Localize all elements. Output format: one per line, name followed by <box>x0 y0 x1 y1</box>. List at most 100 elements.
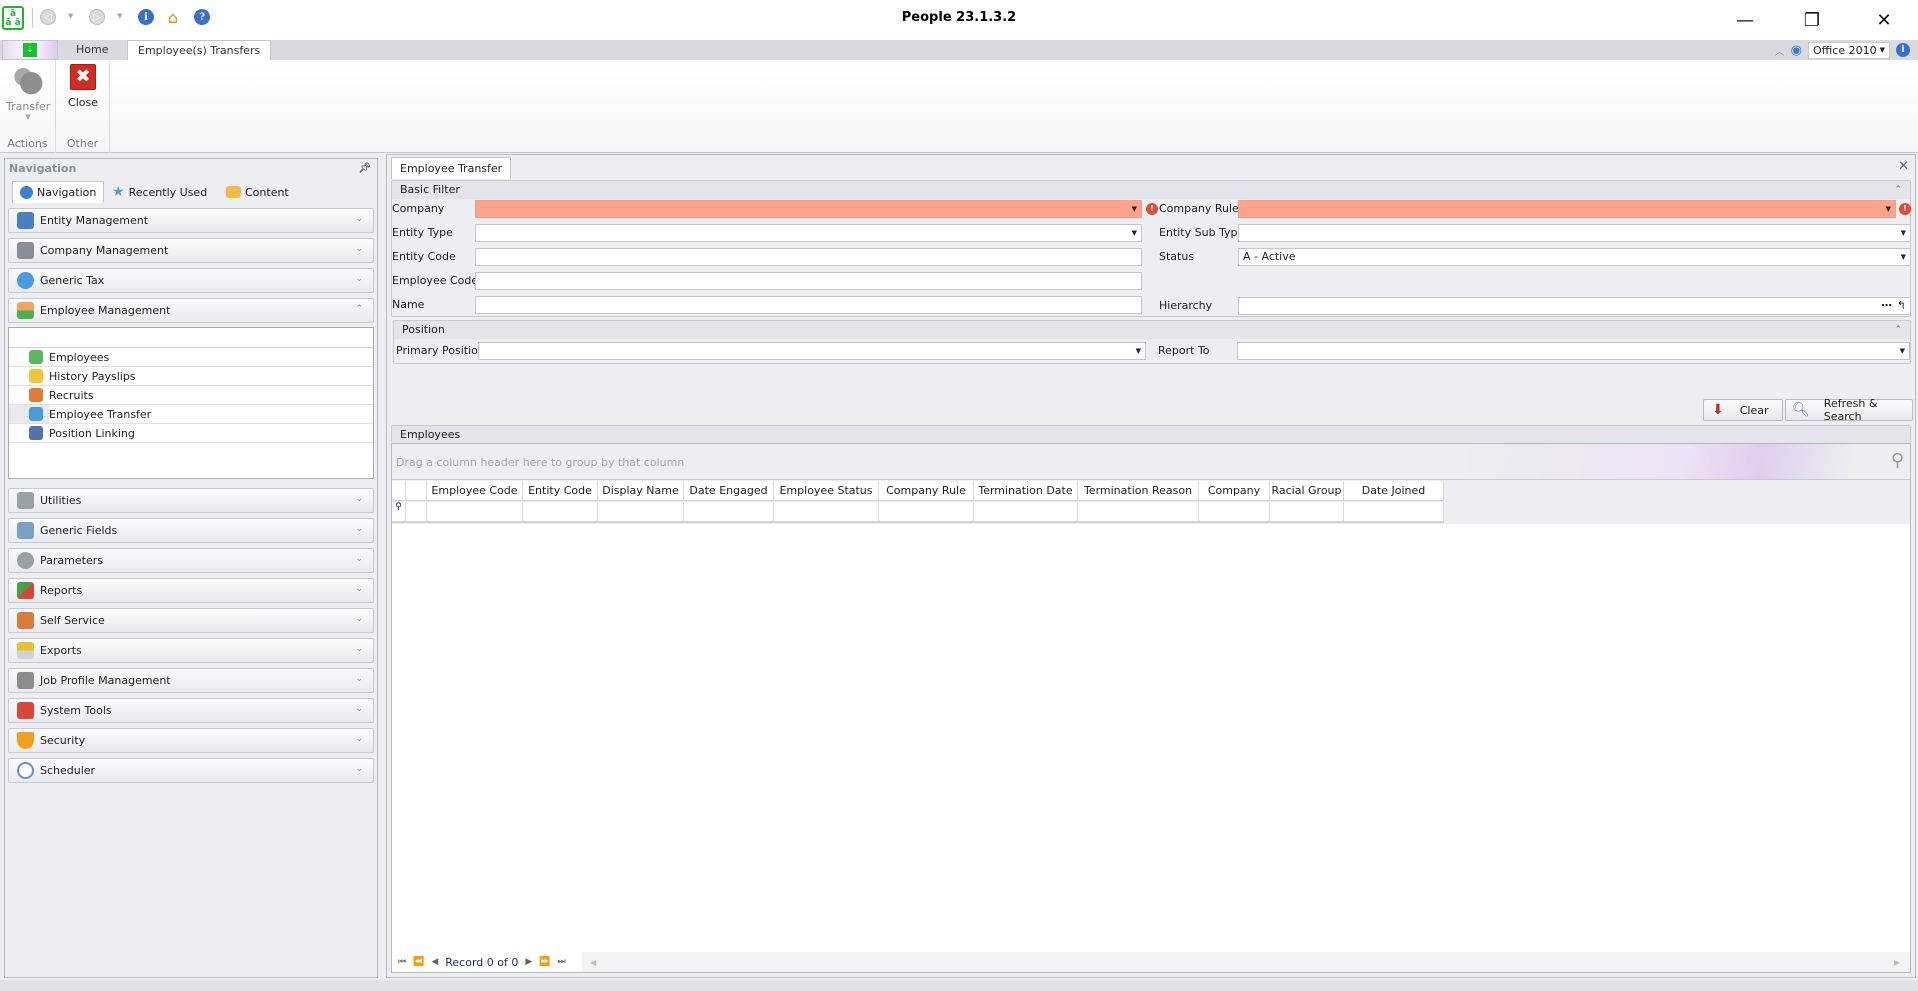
group-system-tools[interactable]: System Tools ⌄ <box>8 698 374 723</box>
group-utilities[interactable]: Utilities ⌄ <box>8 488 374 513</box>
refresh-search-button[interactable]: 🔍︎ Refresh & Search <box>1785 397 1913 423</box>
first-record-icon[interactable]: ⏮ <box>398 957 406 967</box>
group-employee-management[interactable]: Employee Management ⌃ <box>8 298 374 323</box>
filter-cell[interactable] <box>406 502 427 521</box>
application-menu-button[interactable]: ⇣ <box>2 40 58 60</box>
scroll-right-icon[interactable]: ▶ <box>1894 958 1900 967</box>
filter-cell[interactable] <box>974 502 1078 521</box>
entity-type-dropdown[interactable]: ▼ <box>475 224 1142 242</box>
chevron-down-icon: ▼ <box>1131 229 1137 237</box>
chevron-up-icon[interactable]: ⌃ <box>1894 181 1902 199</box>
close-button[interactable]: ✖ Close <box>64 64 102 109</box>
col-termination-date[interactable]: Termination Date <box>974 481 1078 501</box>
previous-page-icon[interactable]: ⏪ <box>413 957 424 967</box>
tab-employee-transfers[interactable]: Employee(s) Transfers <box>127 40 272 61</box>
select-header[interactable] <box>406 481 427 501</box>
previous-record-icon[interactable]: ◀ <box>431 957 438 967</box>
nav-item-history-payslips[interactable]: History Payslips <box>9 367 373 386</box>
compass-icon[interactable]: ◉ <box>1791 43 1802 58</box>
pin-icon[interactable]: 📌︎ <box>358 159 371 179</box>
col-entity-code[interactable]: Entity Code <box>523 481 598 501</box>
name-input[interactable] <box>475 296 1142 314</box>
col-employee-code[interactable]: Employee Code <box>427 481 523 501</box>
close-document-icon[interactable]: ✕ <box>1898 159 1909 174</box>
col-company-rule[interactable]: Company Rule <box>879 481 974 501</box>
hierarchy-picker[interactable]: ⋯ ↰ <box>1238 297 1911 315</box>
group-security[interactable]: Security ⌄ <box>8 728 374 753</box>
col-employee-status[interactable]: Employee Status <box>774 481 879 501</box>
col-termination-reason[interactable]: Termination Reason <box>1078 481 1199 501</box>
company-rule-dropdown[interactable]: ▼ <box>1238 200 1896 218</box>
status-dropdown[interactable]: A - Active ▼ <box>1238 248 1911 266</box>
pie-chart-icon <box>17 272 34 289</box>
employee-code-input[interactable] <box>475 272 1142 290</box>
entity-code-input[interactable] <box>475 248 1142 266</box>
auto-filter-row[interactable]: ⚲ <box>392 502 1444 523</box>
filter-cell[interactable] <box>523 502 598 521</box>
report-to-dropdown[interactable]: ▼ <box>1237 342 1910 360</box>
basic-filter-header[interactable]: Basic Filter ⌃ <box>392 181 1910 199</box>
filter-cell[interactable] <box>774 502 879 521</box>
clear-button[interactable]: ⬇ Clear <box>1703 399 1783 421</box>
nav-tab-content[interactable]: Content <box>219 181 296 203</box>
col-date-engaged[interactable]: Date Engaged <box>684 481 774 501</box>
style-select[interactable]: Office 2010 ▼ <box>1808 41 1890 59</box>
transfer-button[interactable]: Transfer ▼ <box>6 64 50 121</box>
nav-item-position-linking[interactable]: Position Linking <box>9 424 373 443</box>
group-self-service[interactable]: Self Service ⌄ <box>8 608 374 633</box>
col-date-joined-group[interactable]: Date Joined Group <box>1344 481 1444 517</box>
primary-position-dropdown[interactable]: ▼ <box>478 342 1146 360</box>
indicator-header <box>392 481 406 501</box>
filter-cell[interactable] <box>598 502 684 521</box>
company-dropdown[interactable]: ▼ <box>475 200 1142 218</box>
close-window-button[interactable]: ✕ <box>1872 10 1896 31</box>
group-parameters[interactable]: Parameters ⌄ <box>8 548 374 573</box>
filter-cell[interactable] <box>684 502 774 521</box>
undo-icon[interactable]: ↰ <box>1897 298 1906 314</box>
maximize-button[interactable]: ❐ <box>1800 10 1824 31</box>
find-panel-icon[interactable]: ⚲ <box>1891 450 1904 471</box>
minimize-button[interactable]: — <box>1733 10 1757 31</box>
group-label: Company Management <box>40 244 169 257</box>
filter-cell[interactable] <box>879 502 974 521</box>
company-icon <box>17 242 34 259</box>
group-company-management[interactable]: Company Management ⌄ <box>8 238 374 263</box>
next-record-icon[interactable]: ▶ <box>525 957 532 967</box>
nav-item-employees[interactable]: Employees <box>9 348 373 367</box>
collapse-ribbon-icon[interactable]: ︿ <box>1775 43 1785 58</box>
entity-sub-type-dropdown[interactable]: ▼ <box>1238 224 1911 242</box>
nav-item-employee-transfer[interactable]: Employee Transfer <box>9 405 373 424</box>
group-entity-management[interactable]: Entity Management ⌄ <box>8 208 374 233</box>
filter-cell[interactable] <box>1199 502 1270 521</box>
group-reports[interactable]: Reports ⌄ <box>8 578 374 603</box>
group-generic-fields[interactable]: Generic Fields ⌄ <box>8 518 374 543</box>
reports-icon <box>17 582 34 599</box>
group-by-panel[interactable]: Drag a column header here to group by th… <box>392 444 1910 480</box>
ellipsis-button[interactable]: ⋯ <box>1881 298 1892 314</box>
group-scheduler[interactable]: Scheduler ⌄ <box>8 758 374 783</box>
group-job-profile-management[interactable]: Job Profile Management ⌄ <box>8 668 374 693</box>
chevron-down-icon: ▼ <box>1879 46 1885 54</box>
nav-tab-recently-used[interactable]: ★ Recently Used <box>105 181 214 203</box>
col-company[interactable]: Company <box>1199 481 1270 501</box>
nav-item-recruits[interactable]: Recruits <box>9 386 373 405</box>
last-record-icon[interactable]: ⏭ <box>558 957 566 967</box>
doc-tab-employee-transfer[interactable]: Employee Transfer <box>391 157 512 179</box>
tab-home[interactable]: Home <box>66 40 118 60</box>
filter-cell[interactable] <box>427 502 523 521</box>
next-page-icon[interactable]: ⏩ <box>539 957 550 967</box>
filter-cell[interactable] <box>1270 502 1344 521</box>
filter-cell[interactable] <box>1344 502 1444 521</box>
col-racial-group[interactable]: Racial Group <box>1270 481 1344 501</box>
about-icon[interactable]: i <box>1896 43 1910 57</box>
position-header[interactable]: Position ⌃ <box>394 321 1910 339</box>
group-generic-tax[interactable]: Generic Tax ⌄ <box>8 268 374 293</box>
nav-tab-label: Navigation <box>37 186 97 199</box>
filter-cell[interactable] <box>1078 502 1199 521</box>
employees-section-header: Employees <box>391 425 1911 444</box>
chevron-up-icon[interactable]: ⌃ <box>1894 321 1902 339</box>
group-exports[interactable]: Exports ⌄ <box>8 638 374 663</box>
col-display-name[interactable]: Display Name <box>598 481 684 501</box>
scroll-left-icon[interactable]: ◀ <box>590 958 596 967</box>
nav-tab-navigation[interactable]: Navigation <box>12 181 105 203</box>
